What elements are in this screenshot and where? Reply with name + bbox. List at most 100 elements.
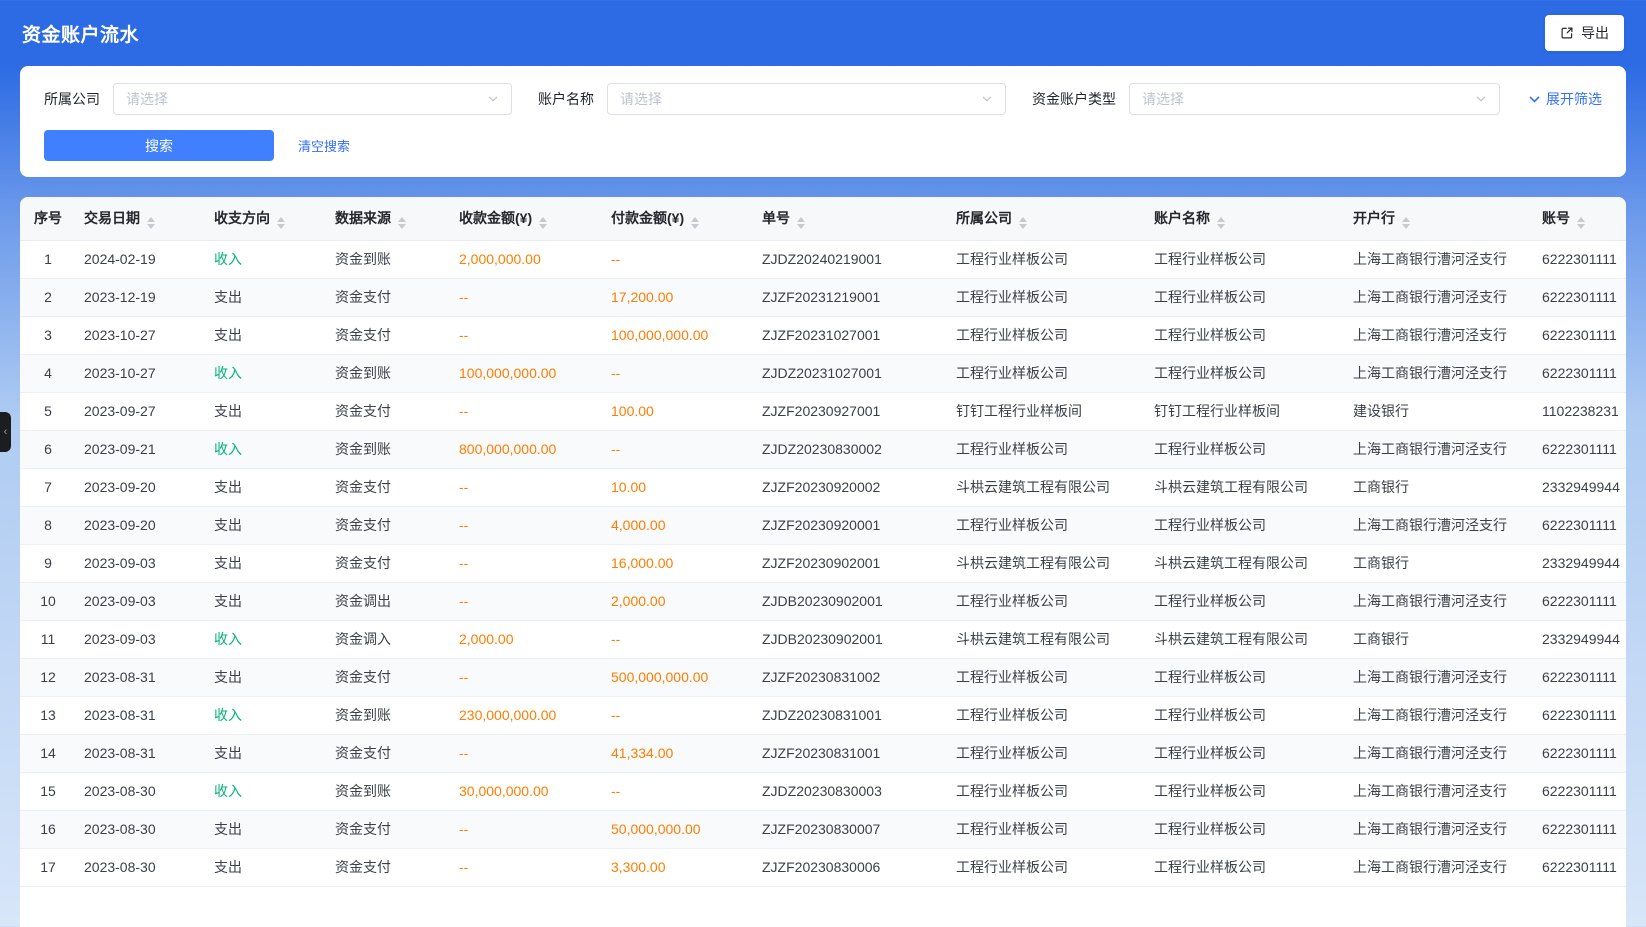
cell-order_no: ZJZF20230920002	[754, 468, 948, 506]
cell-order_no: ZJDZ20230830002	[754, 430, 948, 468]
sorter-icon[interactable]	[1402, 217, 1410, 229]
column-header-direction[interactable]: 收支方向	[206, 197, 327, 240]
cell-account: 工程行业样板公司	[1146, 316, 1345, 354]
cell-no: 5	[20, 392, 76, 430]
cell-in_amount: 2,000.00	[451, 620, 603, 658]
column-label: 收款金额(¥)	[459, 210, 532, 226]
cell-direction: 支出	[206, 392, 327, 430]
clear-search-link[interactable]: 清空搜索	[298, 136, 350, 155]
column-header-account_no[interactable]: 账号	[1534, 197, 1626, 240]
account-name-select[interactable]: 请选择	[607, 83, 1006, 115]
cell-in_amount: 100,000,000.00	[451, 354, 603, 392]
cell-out_amount: 500,000,000.00	[603, 658, 754, 696]
table-row: 172023-08-30支出资金支付--3,300.00ZJZF20230830…	[20, 848, 1626, 886]
export-button[interactable]: 导出	[1545, 15, 1624, 51]
sorter-icon[interactable]	[147, 217, 155, 229]
field-company: 所属公司 请选择	[44, 83, 512, 115]
column-header-no: 序号	[20, 197, 76, 240]
column-header-out_amount[interactable]: 付款金额(¥)	[603, 197, 754, 240]
cell-direction: 支出	[206, 848, 327, 886]
column-header-source[interactable]: 数据来源	[327, 197, 451, 240]
cell-company: 工程行业样板公司	[948, 278, 1146, 316]
column-header-in_amount[interactable]: 收款金额(¥)	[451, 197, 603, 240]
sorter-icon[interactable]	[539, 217, 547, 229]
company-select[interactable]: 请选择	[113, 83, 512, 115]
search-button[interactable]: 搜索	[44, 130, 274, 161]
table-row: 112023-09-03收入资金调入2,000.00--ZJDB20230902…	[20, 620, 1626, 658]
column-label: 序号	[34, 210, 62, 226]
cell-direction: 支出	[206, 278, 327, 316]
cell-account_no: 6222301111	[1534, 696, 1626, 734]
cell-out_amount: 17,200.00	[603, 278, 754, 316]
cell-in_amount: --	[451, 582, 603, 620]
cell-no: 6	[20, 430, 76, 468]
cell-account_no: 2332949944	[1534, 544, 1626, 582]
cell-order_no: ZJDZ20231027001	[754, 354, 948, 392]
cell-date: 2023-09-20	[76, 468, 206, 506]
cell-company: 钉钉工程行业样板间	[948, 392, 1146, 430]
column-label: 账户名称	[1154, 210, 1210, 226]
cell-direction: 支出	[206, 582, 327, 620]
cell-source: 资金支付	[327, 392, 451, 430]
table-row: 102023-09-03支出资金调出--2,000.00ZJDB20230902…	[20, 582, 1626, 620]
cell-no: 10	[20, 582, 76, 620]
cell-in_amount: --	[451, 734, 603, 772]
cell-account_no: 2332949944	[1534, 468, 1626, 506]
sorter-icon[interactable]	[1019, 217, 1027, 229]
transactions-table: 序号 交易日期 收支方向数据来源 收款金额(¥) 付款金额(¥)单号所属公司账户名称 开户…	[20, 197, 1626, 887]
cell-out_amount: 100.00	[603, 392, 754, 430]
table-row: 22023-12-19支出资金支付--17,200.00ZJZF20231219…	[20, 278, 1626, 316]
cell-company: 工程行业样板公司	[948, 506, 1146, 544]
column-label: 数据来源	[335, 210, 391, 226]
cell-no: 16	[20, 810, 76, 848]
cell-order_no: ZJZF20231219001	[754, 278, 948, 316]
cell-account: 工程行业样板公司	[1146, 278, 1345, 316]
column-header-date[interactable]: 交易日期	[76, 197, 206, 240]
cell-direction: 收入	[206, 696, 327, 734]
cell-direction: 收入	[206, 620, 327, 658]
column-label: 交易日期	[84, 210, 140, 226]
cell-order_no: ZJDB20230902001	[754, 620, 948, 658]
cell-account_no: 6222301111	[1534, 734, 1626, 772]
sorter-icon[interactable]	[691, 217, 699, 229]
cell-bank: 上海工商银行漕河泾支行	[1345, 734, 1534, 772]
table-row: 122023-08-31支出资金支付--500,000,000.00ZJZF20…	[20, 658, 1626, 696]
cell-no: 17	[20, 848, 76, 886]
cell-out_amount: 10.00	[603, 468, 754, 506]
sorter-icon[interactable]	[398, 217, 406, 229]
sorter-icon[interactable]	[797, 217, 805, 229]
cell-out_amount: 16,000.00	[603, 544, 754, 582]
cell-date: 2023-09-03	[76, 582, 206, 620]
page-title: 资金账户流水	[22, 20, 139, 47]
cell-bank: 上海工商银行漕河泾支行	[1345, 240, 1534, 278]
cell-company: 工程行业样板公司	[948, 354, 1146, 392]
cell-bank: 建设银行	[1345, 392, 1534, 430]
cell-no: 9	[20, 544, 76, 582]
sorter-icon[interactable]	[1577, 217, 1585, 229]
sorter-icon[interactable]	[277, 217, 285, 229]
expand-filters-link[interactable]: 展开筛选	[1528, 89, 1602, 109]
chevron-down-icon	[487, 93, 499, 105]
column-header-company[interactable]: 所属公司	[948, 197, 1146, 240]
chevron-down-icon	[1528, 93, 1541, 106]
cell-out_amount: 100,000,000.00	[603, 316, 754, 354]
cell-out_amount: --	[603, 772, 754, 810]
cell-source: 资金支付	[327, 734, 451, 772]
column-header-account[interactable]: 账户名称	[1146, 197, 1345, 240]
cell-bank: 上海工商银行漕河泾支行	[1345, 506, 1534, 544]
sorter-icon[interactable]	[1217, 217, 1225, 229]
cell-account: 工程行业样板公司	[1146, 810, 1345, 848]
cell-account: 工程行业样板公司	[1146, 696, 1345, 734]
cell-account: 工程行业样板公司	[1146, 240, 1345, 278]
column-header-bank[interactable]: 开户行	[1345, 197, 1534, 240]
cell-no: 4	[20, 354, 76, 392]
table-header: 序号 交易日期 收支方向数据来源 收款金额(¥) 付款金额(¥)单号所属公司账户名称 开户…	[20, 197, 1626, 240]
drawer-collapse-handle[interactable]: ‹	[0, 412, 11, 452]
cell-date: 2023-12-19	[76, 278, 206, 316]
table-row: 12024-02-19收入资金到账2,000,000.00--ZJDZ20240…	[20, 240, 1626, 278]
cell-bank: 上海工商银行漕河泾支行	[1345, 696, 1534, 734]
cell-bank: 工商银行	[1345, 620, 1534, 658]
column-header-order_no[interactable]: 单号	[754, 197, 948, 240]
account-type-select[interactable]: 请选择	[1129, 83, 1500, 115]
cell-account_no: 6222301111	[1534, 506, 1626, 544]
